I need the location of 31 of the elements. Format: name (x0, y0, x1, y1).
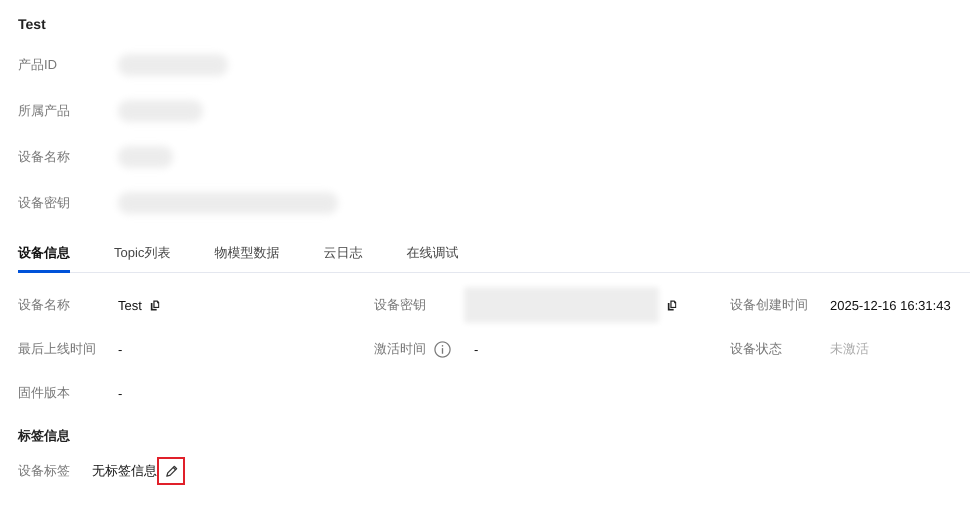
copy-icon[interactable] (667, 300, 677, 310)
field-label: 设备名称 (18, 148, 71, 166)
field-label: 产品ID (18, 56, 58, 74)
edit-button[interactable] (157, 457, 185, 485)
field-label: 激活时间 (374, 340, 426, 358)
device-title: Test (18, 16, 47, 34)
field-label: 设备标签 (18, 462, 71, 480)
tab[interactable]: 物模型数据 (214, 244, 280, 273)
tab[interactable]: 云日志 (323, 244, 362, 273)
field-value: Test (118, 298, 142, 312)
info-icon[interactable] (434, 340, 451, 358)
field-value: 无标签信息 (92, 462, 157, 480)
field-value: - (474, 342, 478, 356)
field-label: 设备名称 (18, 296, 70, 314)
field-label: 所属产品 (18, 102, 71, 120)
tab[interactable]: Topic列表 (114, 244, 170, 273)
field-value: - (118, 386, 122, 400)
field-label: 设备密钥 (374, 296, 426, 314)
copy-icon[interactable] (150, 300, 160, 310)
field-label: 最后上线时间 (18, 340, 96, 358)
field-value: 2025-12-16 16:31:43 (830, 298, 951, 312)
section-title: 标签信息 (18, 427, 71, 445)
field-label: 固件版本 (18, 384, 70, 402)
tab[interactable]: 在线调试 (406, 244, 458, 273)
field-label: 设备创建时间 (730, 296, 808, 314)
tab[interactable]: 设备信息 (18, 244, 70, 273)
field-value: 未激活 (830, 340, 869, 358)
field-label: 设备密钥 (18, 194, 71, 212)
pencil-icon (164, 464, 178, 478)
field-value: - (118, 342, 122, 356)
field-label: 设备状态 (730, 340, 782, 358)
